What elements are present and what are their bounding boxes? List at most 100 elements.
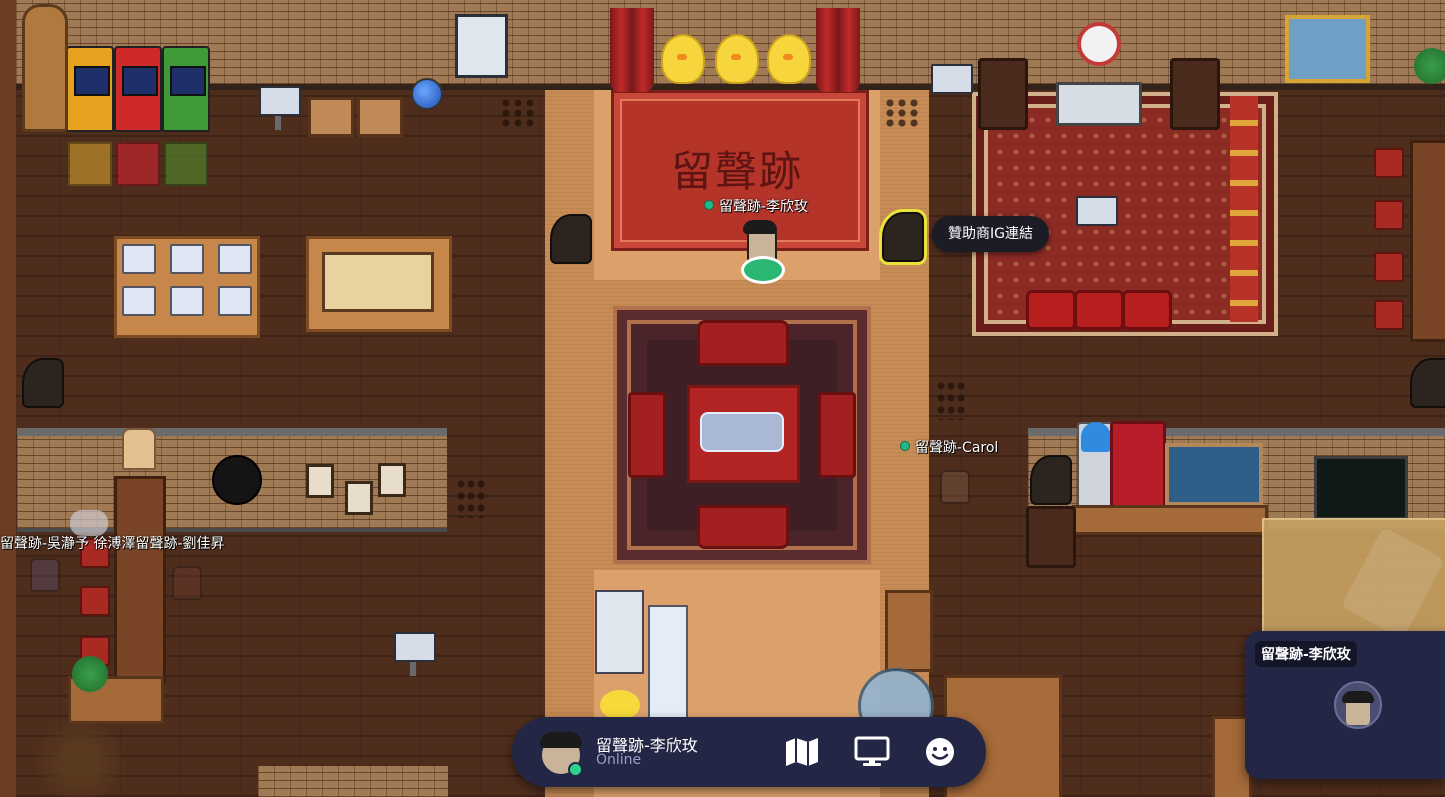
duck-icon xyxy=(715,34,759,84)
pineapple-icon xyxy=(600,690,640,720)
gramophone-icon[interactable] xyxy=(879,209,927,265)
monitor-icon xyxy=(854,736,890,766)
arcade-machine[interactable] xyxy=(66,46,114,132)
carol-nametag: 留聲跡-Carol xyxy=(900,437,998,457)
gramophone-icon[interactable] xyxy=(22,358,64,408)
avatar-hat xyxy=(540,732,582,748)
left-wall xyxy=(0,0,16,797)
carol-nametag-text: 留聲跡-Carol xyxy=(915,440,999,456)
player-avatar[interactable] xyxy=(172,566,202,600)
speaker-icon xyxy=(1026,506,1076,568)
red-seat[interactable] xyxy=(1074,290,1124,330)
curtain-right xyxy=(816,8,860,92)
crate xyxy=(308,97,354,137)
ticket-machine[interactable] xyxy=(1110,421,1166,513)
info-sign[interactable] xyxy=(259,86,301,116)
footprints xyxy=(936,380,966,420)
ship-painting[interactable] xyxy=(1285,15,1370,83)
lamp-icon xyxy=(122,428,156,470)
armchair[interactable] xyxy=(628,392,666,478)
armchair[interactable] xyxy=(818,392,856,478)
self-marker xyxy=(741,256,785,284)
gramophone-icon[interactable] xyxy=(1410,358,1445,408)
duck-icon xyxy=(661,34,705,84)
map-icon xyxy=(786,738,818,766)
sign-post xyxy=(275,116,281,130)
red-chair[interactable] xyxy=(1374,252,1404,282)
sign-post xyxy=(410,662,416,676)
laptop-icon[interactable] xyxy=(218,286,252,316)
self-nametag: 留聲跡-李欣玫 xyxy=(704,196,808,216)
floor-tile xyxy=(164,142,208,186)
bookshelf xyxy=(1410,140,1445,342)
online-dot xyxy=(900,441,910,451)
red-chair[interactable] xyxy=(1374,148,1404,178)
cabinet xyxy=(885,590,933,672)
info-sign[interactable] xyxy=(1076,196,1118,226)
participant-avatar[interactable] xyxy=(1334,681,1382,729)
laptop-icon[interactable] xyxy=(170,244,204,274)
footprints xyxy=(500,98,536,128)
laptop-icon[interactable] xyxy=(122,286,156,316)
red-chair[interactable] xyxy=(80,586,110,616)
online-status-dot xyxy=(568,762,583,777)
exhibit-poster[interactable] xyxy=(322,252,434,312)
tea-set-icon[interactable] xyxy=(700,412,784,452)
snack-counter[interactable] xyxy=(648,605,688,721)
arcade-machine[interactable] xyxy=(162,46,210,132)
footprints xyxy=(884,98,920,128)
info-sign[interactable] xyxy=(394,632,436,662)
photo-frame[interactable] xyxy=(306,464,334,498)
aquarium[interactable] xyxy=(1165,443,1263,506)
participant-name: 留聲跡-李欣玫 xyxy=(1255,641,1357,667)
banner xyxy=(1230,96,1258,322)
crate xyxy=(357,97,403,137)
tv-screen[interactable] xyxy=(1314,456,1408,520)
speaker-icon xyxy=(1170,58,1220,130)
player-avatar[interactable] xyxy=(30,558,60,592)
bottom-control-bar: 留聲跡-李欣玫 Online xyxy=(512,717,986,787)
user-avatar[interactable] xyxy=(540,732,583,777)
smiley-icon xyxy=(926,738,954,766)
sofa[interactable] xyxy=(697,320,789,366)
plant-icon xyxy=(72,656,108,692)
online-dot xyxy=(704,200,714,210)
player-avatar-carol[interactable] xyxy=(940,470,970,504)
photo-frame[interactable] xyxy=(378,463,406,497)
screen-share-button[interactable] xyxy=(852,732,892,772)
footprints xyxy=(456,478,486,518)
game-world[interactable]: 留聲跡 留聲跡-李欣玫 留聲跡-Carol 留聲跡-吳瀞予 徐溥澤留聲跡-劉佳昇… xyxy=(0,0,1445,797)
video-panel[interactable]: 留聲跡-李欣玫 xyxy=(1245,631,1445,779)
gramophone-icon[interactable] xyxy=(1030,455,1072,505)
coffee-machine[interactable] xyxy=(595,590,644,674)
lower-wall xyxy=(258,766,448,797)
red-chair[interactable] xyxy=(1374,200,1404,230)
speaker-icon xyxy=(978,58,1028,130)
gramophone-icon[interactable] xyxy=(550,214,592,264)
map-button[interactable] xyxy=(782,732,822,772)
laptop-icon[interactable] xyxy=(170,286,204,316)
counter xyxy=(1072,505,1268,535)
avatar-hat xyxy=(1342,691,1374,703)
red-seat[interactable] xyxy=(1122,290,1172,330)
rug-title: 留聲跡 xyxy=(670,147,803,196)
photo-frame[interactable] xyxy=(345,481,373,515)
arcade-machine[interactable] xyxy=(114,46,162,132)
plant-icon xyxy=(1414,48,1445,84)
red-chair[interactable] xyxy=(1374,300,1404,330)
globe-icon[interactable] xyxy=(411,78,443,110)
info-sign[interactable] xyxy=(931,64,973,94)
laptop-icon[interactable] xyxy=(122,244,156,274)
projector-screen[interactable] xyxy=(1056,82,1142,126)
group-nametag: 留聲跡-吳瀞予 徐溥澤留聲跡-劉佳昇 xyxy=(0,533,225,553)
bookshelf xyxy=(114,476,166,684)
red-seat[interactable] xyxy=(1026,290,1076,330)
emoji-button[interactable] xyxy=(920,732,960,772)
calendar-icon[interactable] xyxy=(455,14,508,78)
grandfather-clock xyxy=(22,4,68,132)
sponsor-link-tooltip: 贊助商IG連結 xyxy=(932,216,1049,252)
wall-clock-icon xyxy=(1077,22,1121,66)
brand-logo-icon[interactable] xyxy=(212,455,262,505)
laptop-icon[interactable] xyxy=(218,244,252,274)
sofa[interactable] xyxy=(697,505,789,549)
